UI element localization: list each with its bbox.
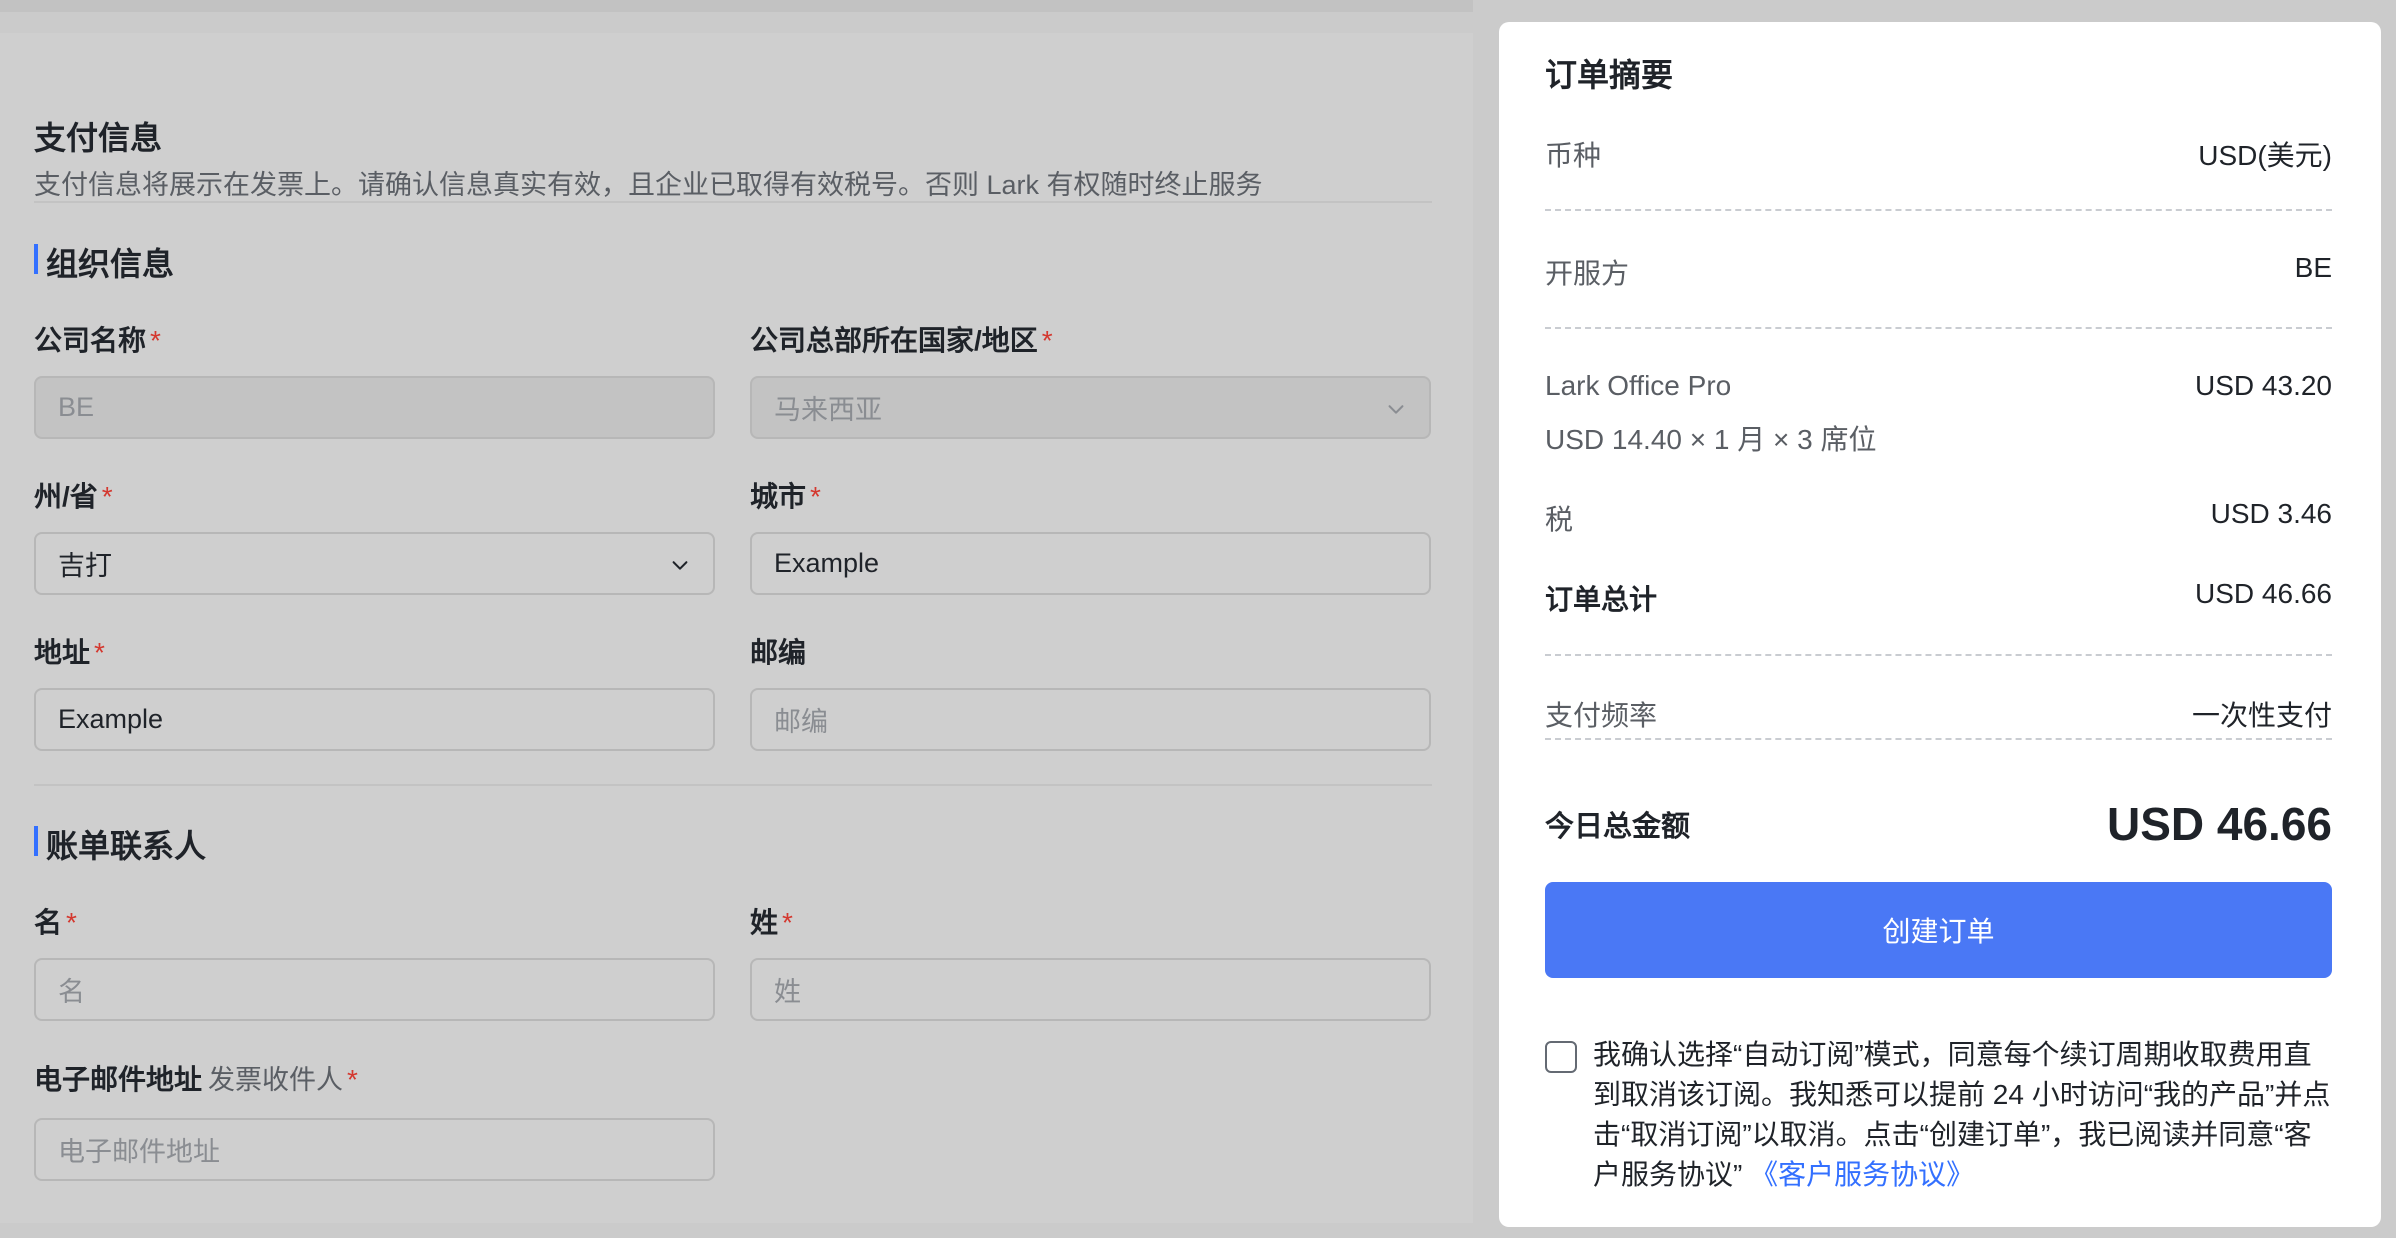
payment-title: 支付信息 (34, 120, 163, 156)
required-mark: * (94, 637, 105, 668)
service-agreement-link[interactable]: 《客户服务协议》 (1750, 1159, 1974, 1190)
order-summary-card: 订单摘要 币种 USD(美元) 开服方 BE Lark Office Pro U… (1499, 22, 2381, 1227)
address-label: 地址 * (34, 637, 105, 668)
email-label: 电子邮件地址 发票收件人 * (34, 1064, 358, 1095)
product-row: Lark Office Pro USD 43.20 (1545, 370, 2332, 401)
dashed-divider (1545, 327, 2332, 329)
currency-row: 币种 USD(美元) (1545, 140, 2332, 171)
city-input[interactable]: Example (750, 532, 1431, 595)
postal-label: 邮编 (750, 637, 807, 668)
agreement-text: 我确认选择“自动订阅”模式，同意每个续订周期收取费用直到取消该订阅。我知悉可以提… (1593, 1039, 2331, 1190)
dashed-divider (1545, 209, 2332, 211)
last-name-input[interactable]: 姓 (750, 958, 1431, 1021)
postal-input[interactable]: 邮编 (750, 688, 1431, 751)
email-input[interactable]: 电子邮件地址 (34, 1118, 715, 1181)
product-detail: USD 14.40 × 1 月 × 3 席位 (1545, 424, 1877, 455)
required-mark: * (347, 1064, 358, 1095)
state-select[interactable]: 吉打 (34, 532, 715, 595)
required-mark: * (782, 907, 793, 938)
divider (34, 784, 1432, 786)
dashed-divider (1545, 738, 2332, 740)
city-label: 城市 * (750, 481, 821, 512)
address-input[interactable]: Example (34, 688, 715, 751)
first-name-input[interactable]: 名 (34, 958, 715, 1021)
required-mark: * (810, 481, 821, 512)
tax-row: 税 USD 3.46 (1545, 498, 2332, 535)
company-name-field[interactable]: BE (34, 376, 715, 439)
top-strip (0, 0, 1473, 12)
required-mark: * (101, 481, 113, 512)
first-name-label: 名 * (34, 907, 77, 938)
order-total-row: 订单总计 USD 46.66 (1545, 578, 2332, 615)
divider (34, 201, 1432, 203)
billing-section-title: 账单联系人 (34, 821, 206, 867)
required-mark: * (150, 325, 161, 356)
org-section-title: 组织信息 (34, 239, 174, 285)
payment-form-panel: 支付信息 支付信息将展示在发票上。请确认信息真实有效，且企业已取得有效税号。否则… (0, 33, 1473, 1223)
required-mark: * (1041, 325, 1053, 356)
state-label: 州/省 * (34, 481, 113, 512)
company-name-label: 公司名称 * (34, 325, 161, 356)
last-name-label: 姓 * (750, 907, 793, 938)
provider-row: 开服方 BE (1545, 252, 2332, 289)
create-order-button[interactable]: 创建订单 (1545, 882, 2332, 978)
today-total-amount: USD 46.66 (2106, 798, 2332, 850)
order-summary-title: 订单摘要 (1545, 57, 1674, 93)
dashed-divider (1545, 654, 2332, 656)
hq-country-select[interactable]: 马来西亚 (750, 376, 1431, 439)
frequency-row: 支付频率 一次性支付 (1545, 700, 2332, 731)
chevron-down-icon (1388, 405, 1404, 414)
agreement-checkbox[interactable] (1545, 1041, 1577, 1073)
chevron-down-icon (672, 561, 688, 570)
payment-description: 支付信息将展示在发票上。请确认信息真实有效，且企业已取得有效税号。否则 Lark… (34, 170, 1263, 200)
today-total-row: 今日总金额 USD 46.66 (1545, 798, 2332, 850)
hq-country-label: 公司总部所在国家/地区 * (750, 325, 1053, 356)
required-mark: * (66, 907, 77, 938)
